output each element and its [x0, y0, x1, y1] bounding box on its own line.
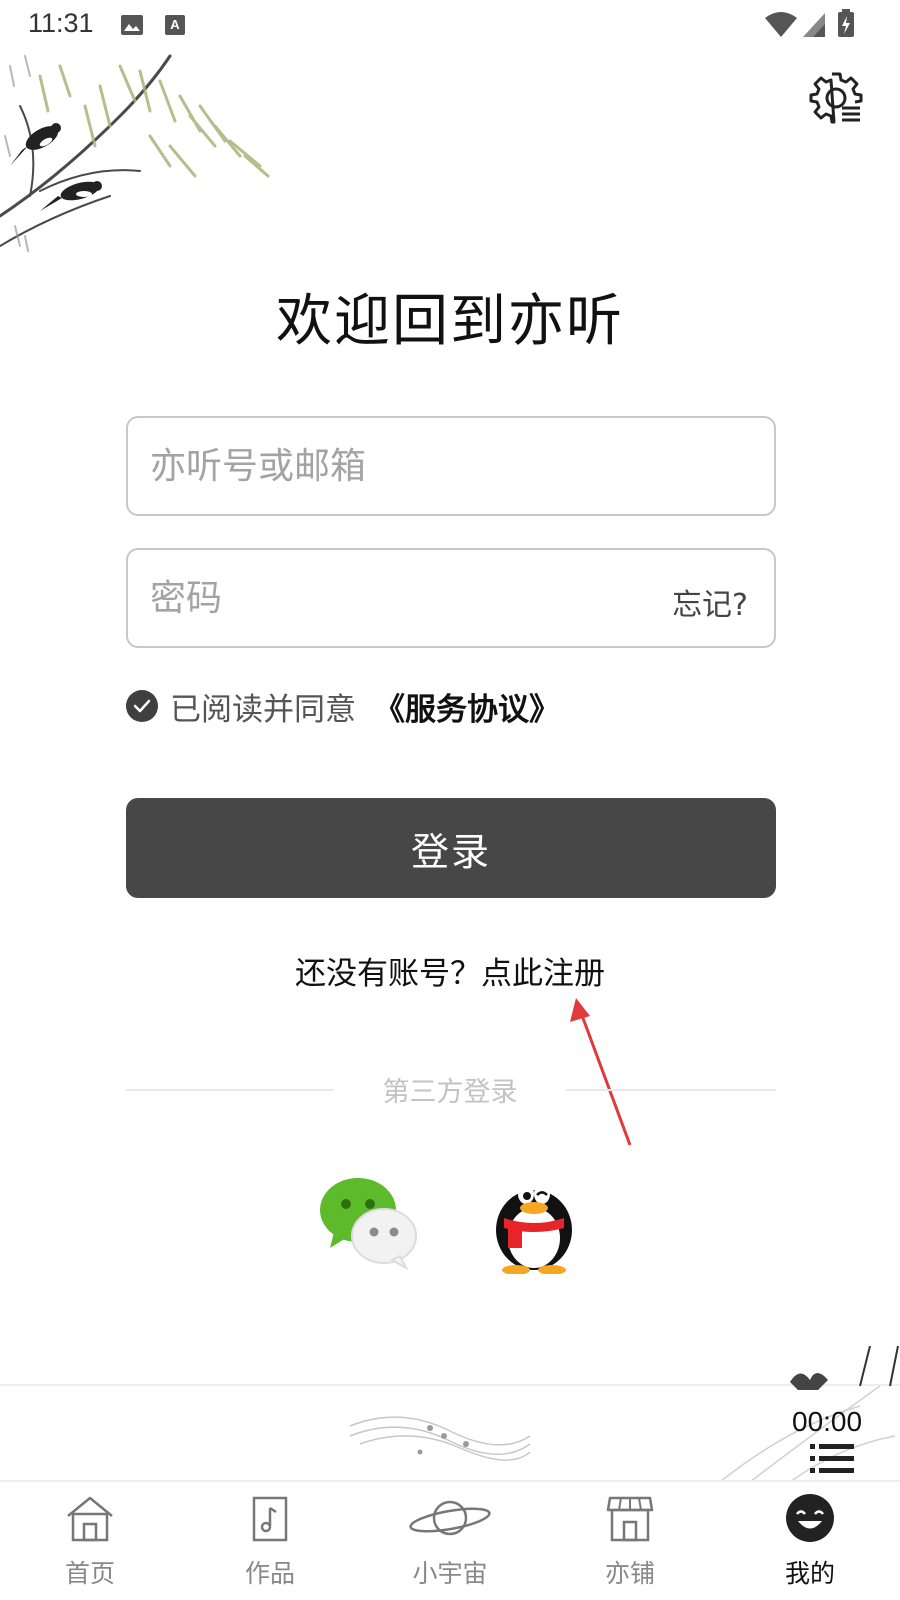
settings-gear-icon [809, 72, 863, 124]
tab-universe[interactable]: 小宇宙 [360, 1482, 540, 1600]
login-button[interactable]: 登录 [126, 798, 776, 898]
agreement-checkbox[interactable] [126, 690, 158, 722]
battery-charging-icon [838, 9, 854, 37]
forgot-password-link[interactable]: 忘记? [672, 580, 748, 624]
service-agreement-link[interactable]: 《服务协议》 [374, 684, 560, 729]
planet-icon [409, 1500, 491, 1536]
checkmark-icon [133, 699, 151, 713]
tab-works-label: 作品 [244, 1559, 295, 1588]
account-field[interactable] [126, 416, 776, 516]
wifi-icon [765, 12, 797, 37]
wechat-icon [320, 1178, 417, 1271]
playlist-button[interactable] [810, 1442, 854, 1476]
signal-icon [803, 13, 825, 37]
music-file-icon [252, 1496, 288, 1542]
player-time: 00:00 [792, 1406, 863, 1437]
tab-store-label: 亦铺 [604, 1559, 655, 1588]
tab-store[interactable]: 亦铺 [540, 1482, 720, 1600]
playlist-icon [810, 1444, 854, 1473]
svg-text:A: A [170, 17, 180, 32]
settings-button[interactable] [808, 70, 864, 126]
tab-home[interactable]: 首页 [0, 1482, 180, 1600]
tab-home-label: 首页 [64, 1559, 115, 1588]
page-title: 欢迎回到亦听 [276, 289, 624, 354]
password-field[interactable]: 忘记? [126, 548, 776, 648]
bottom-tab-bar: 首页 作品 小宇宙 亦铺 我的 [0, 1480, 900, 1600]
store-icon [606, 1496, 654, 1542]
music-notes-decoration [349, 1416, 531, 1461]
qq-icon [496, 1184, 572, 1274]
ink-painting-willow-birds [0, 54, 270, 252]
wechat-login-button[interactable] [316, 1170, 420, 1274]
keyboard-a-icon: A [165, 15, 185, 35]
tab-works[interactable]: 作品 [180, 1482, 360, 1600]
mini-player[interactable]: 00:00 [0, 1346, 900, 1482]
password-input[interactable] [150, 550, 630, 646]
register-link[interactable]: 还没有账号？点此注册 [0, 948, 900, 993]
status-time: 11:31 [28, 8, 94, 38]
tab-mine-label: 我的 [784, 1559, 835, 1588]
agreement-text: 已阅读并同意 [170, 691, 356, 728]
account-input[interactable] [150, 418, 630, 514]
qq-login-button[interactable] [482, 1170, 586, 1274]
divider-right [566, 1089, 776, 1091]
tab-mine[interactable]: 我的 [720, 1482, 900, 1600]
gallery-icon [121, 15, 143, 35]
home-icon [67, 1496, 113, 1542]
smiley-avatar-icon [786, 1494, 834, 1542]
status-bar: 11:31 A [0, 0, 900, 48]
agreement-row: 已阅读并同意 《服务协议》 [126, 688, 560, 728]
tab-universe-label: 小宇宙 [412, 1559, 488, 1588]
